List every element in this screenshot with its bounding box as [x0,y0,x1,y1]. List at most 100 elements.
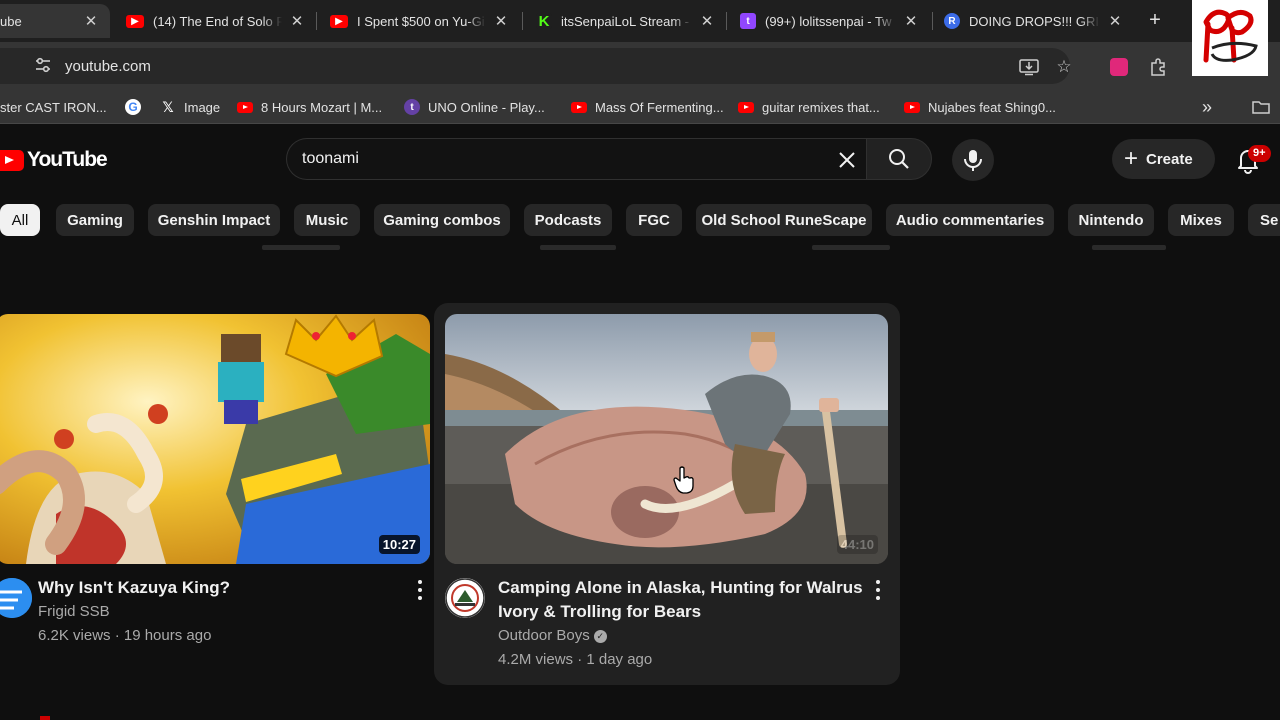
chip-gaming[interactable]: Gaming [56,204,134,236]
google-icon: G [125,99,141,115]
bookmarks-folder-icon[interactable] [1252,97,1270,117]
video-title[interactable]: Camping Alone in Alaska, Hunting for Wal… [498,576,864,624]
chip-fgc[interactable]: FGC [626,204,682,236]
site-info-icon[interactable] [34,56,52,74]
notification-count-badge: 9+ [1248,145,1271,162]
channel-name-row[interactable]: Outdoor Boys ✓ [498,624,607,648]
chip-label: Se [1260,211,1279,229]
close-icon[interactable]: ✕ [902,12,920,30]
thumbnail-image [445,314,888,564]
install-app-icon[interactable] [1018,56,1040,78]
tab-youtube[interactable]: ube ✕ [0,4,110,38]
video-duration: 10:27 [378,535,420,554]
create-button[interactable]: + Create [1112,139,1215,179]
tab-yugioh[interactable]: ▶ I Spent $500 on Yu-Gi ✕ [320,4,520,38]
plus-icon: + [1124,145,1139,172]
bookmark-fermenting[interactable]: Mass Of Fermenting... [571,97,724,117]
search-button[interactable] [866,138,932,180]
bookmark-google[interactable]: G [125,97,149,117]
youtube-icon: ▶ [330,14,348,28]
new-tab-button[interactable]: + [1143,8,1167,32]
channel-avatar[interactable] [0,578,32,618]
channel-name[interactable]: Outdoor Boys [498,627,590,644]
tab-end-of-solo[interactable]: ▶ (14) The End of Solo R ✕ [116,4,316,38]
chip-audio-commentaries[interactable]: Audio commentaries [886,204,1054,236]
chip-gaming-combos[interactable]: Gaming combos [374,204,510,236]
avatar-image [0,578,32,618]
video-stats: 4.2M views · 1 day ago [498,651,653,668]
tab-title: itsSenpaiLoL Stream - [561,13,690,29]
video-duration: 44:10 [836,535,878,554]
youtube-icon [571,101,587,113]
chip-all[interactable]: All [0,204,40,236]
search-icon [889,149,909,169]
omnibox[interactable] [0,48,1070,84]
bookmark-label: Nujabes feat Shing0... [928,99,1056,115]
thumbnail-image [0,314,430,564]
bookmark-uno[interactable]: t UNO Online - Play... [404,97,545,117]
channel-avatar[interactable] [445,578,485,618]
tab-doing-drops[interactable]: R DOING DROPS!!! GRIN ✕ [934,4,1134,38]
video-thumbnail[interactable]: 10:27 [0,314,430,564]
clear-search-icon[interactable] [835,148,859,172]
chip-label: Old School RuneScape [701,211,867,229]
tab-divider [316,12,317,30]
tab-twitch[interactable]: t (99+) lolitssenpai - Tw ✕ [730,4,930,38]
chip-se[interactable]: Se [1248,204,1280,236]
search-query[interactable]: toonami [302,150,359,168]
previous-row-meta [540,245,616,250]
bookmark-cast-iron[interactable]: ster CAST IRON... [0,97,107,117]
extension-badge-icon[interactable] [1108,56,1130,78]
close-icon[interactable]: ✕ [492,12,510,30]
bookmarks-more-button[interactable]: » [1202,97,1212,117]
youtube-logo[interactable]: YouTube [0,148,108,172]
tab-kick-stream[interactable]: K itsSenpaiLoL Stream - ✕ [526,4,726,38]
url-text[interactable]: youtube.com [65,58,151,75]
chip-old-school-runescape[interactable]: Old School RuneScape [696,204,872,236]
video-menu-icon[interactable] [875,580,881,600]
close-icon[interactable]: ✕ [698,12,716,30]
search-input[interactable] [286,138,866,180]
close-icon[interactable]: ✕ [82,12,100,30]
close-icon[interactable]: ✕ [288,12,306,30]
bookmark-star-icon[interactable]: ☆ [1053,56,1075,78]
chip-label: Gaming [67,211,123,229]
extensions-puzzle-icon[interactable] [1147,56,1169,78]
extension-pink-icon [1110,58,1128,76]
avatar-image [445,578,485,618]
twitch-icon: t [740,13,756,29]
chip-podcasts[interactable]: Podcasts [524,204,612,236]
chip-music[interactable]: Music [294,204,360,236]
previous-row-meta [262,245,340,250]
chip-nintendo[interactable]: Nintendo [1068,204,1154,236]
bookmark-label: Mass Of Fermenting... [595,99,724,115]
more-chevron-icon: » [1202,96,1213,117]
bookmark-label: 8 Hours Mozart | M... [261,99,383,115]
chip-label: FGC [638,211,670,229]
tab-title: I Spent $500 on Yu-Gi [357,13,485,29]
channel-name[interactable]: Frigid SSB [38,600,110,624]
chip-mixes[interactable]: Mixes [1168,204,1234,236]
video-title[interactable]: Why Isn't Kazuya King? [38,576,398,600]
kick-icon: K [536,13,552,30]
video-menu-icon[interactable] [417,580,423,600]
youtube-icon [237,101,253,113]
chip-label: Genshin Impact [157,211,271,229]
close-icon[interactable]: ✕ [1106,12,1124,30]
x-icon: 𝕏 [162,98,174,115]
tab-title: DOING DROPS!!! GRIN [969,13,1100,29]
video-thumbnail[interactable]: 44:10 [445,314,888,564]
bookmark-mozart[interactable]: 8 Hours Mozart | M... [237,97,382,117]
bookmark-guitar[interactable]: guitar remixes that... [738,97,880,117]
voice-search-button[interactable] [952,139,994,181]
tab-divider [726,12,727,30]
logo-graphic [1192,0,1268,76]
bookmark-nujabes[interactable]: Nujabes feat Shing0... [904,97,1056,117]
bookmark-x-image[interactable]: 𝕏 Image [160,97,220,117]
video-stats: 6.2K views · 19 hours ago [38,627,212,644]
bookmark-label: UNO Online - Play... [428,99,545,115]
chip-label: All [11,211,29,229]
bookmark-label: Image [184,99,221,115]
streamer-logo [1192,0,1268,76]
chip-genshin-impact[interactable]: Genshin Impact [148,204,280,236]
